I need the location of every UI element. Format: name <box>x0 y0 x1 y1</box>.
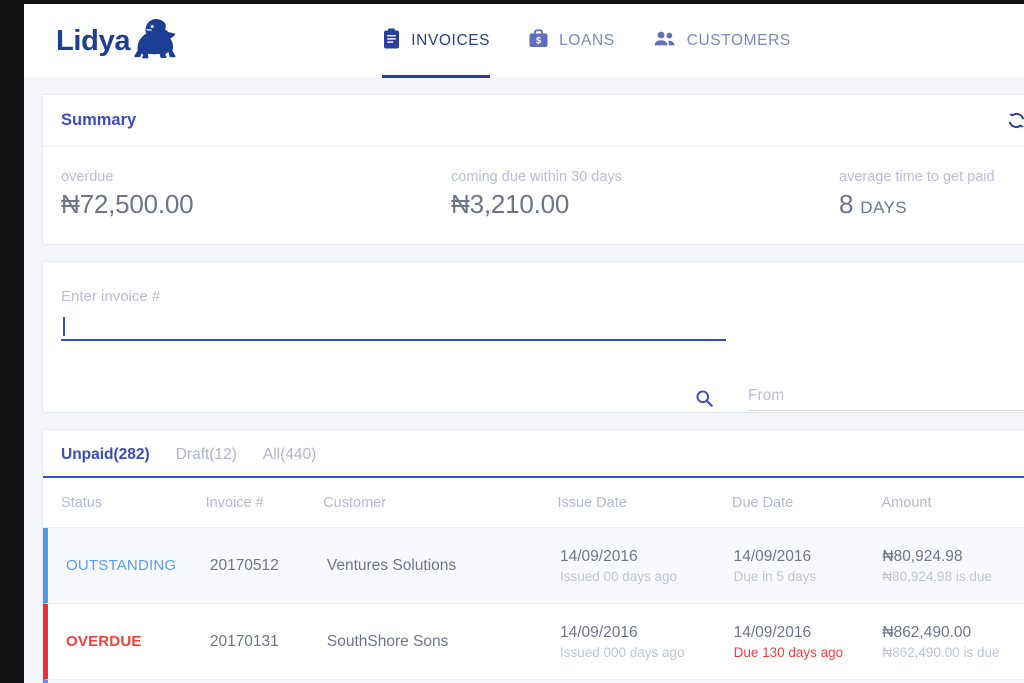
people-icon <box>653 30 677 53</box>
nav-item-customers[interactable]: CUSTOMERS <box>653 4 791 78</box>
stat-unit-average-time: DAYS <box>860 198 907 217</box>
status-badge: OUTSTANDING <box>66 557 177 574</box>
summary-card: Summary overdue ₦72,500.00 coming due wi… <box>42 94 1024 245</box>
search-icon[interactable] <box>695 389 714 408</box>
from-date-input[interactable]: From <box>748 382 1024 411</box>
nav-label-customers: CUSTOMERS <box>686 32 791 49</box>
due-date-value: 14/09/2016 <box>733 547 812 565</box>
column-header-amount: Amount <box>881 494 932 511</box>
text-caret <box>63 317 65 336</box>
clipboard-icon <box>382 28 401 54</box>
from-date-placeholder: From <box>748 387 785 404</box>
brand-logo[interactable]: Lidya <box>56 16 182 67</box>
cell-due-date: 14/09/2016 Due in 5 days <box>734 548 883 584</box>
invoice-tabs: Unpaid(282) Draft(12) All(440) <box>43 430 1024 478</box>
stat-value-coming-due: ₦3,210.00 <box>451 189 570 219</box>
summary-header: Summary <box>43 95 1024 147</box>
tab-draft[interactable]: Draft(12) <box>176 446 237 464</box>
cell-customer-name: Ventures Solutions <box>326 556 457 574</box>
summary-title: Summary <box>61 111 137 129</box>
refresh-sync-icon[interactable] <box>1006 110 1024 131</box>
issue-date-value: 14/09/2016 <box>559 547 638 565</box>
table-header-row: Status Invoice # Customer Issue Date Due… <box>43 478 1024 528</box>
nav-label-invoices: INVOICES <box>411 32 491 49</box>
app-viewport: Lidya INVOICES $ LOANS CUSTOMERS Summary… <box>24 4 1024 683</box>
stat-label-coming-due: coming due within 30 days <box>451 169 622 185</box>
amount-due-note: ₦80,924.98 is due <box>882 568 992 584</box>
status-badge: OVERDUE <box>66 633 142 650</box>
tab-unpaid[interactable]: Unpaid(282) <box>61 446 150 464</box>
column-header-invoice: Invoice # <box>205 494 264 511</box>
due-date-value: 14/09/2016 <box>733 623 812 641</box>
column-header-customer: Customer <box>323 494 387 511</box>
tab-all[interactable]: All(440) <box>263 446 316 464</box>
cell-issue-date: 14/09/2016 Issued 000 days ago <box>560 624 734 660</box>
invoice-search-input[interactable] <box>61 314 726 341</box>
cell-amount: ₦862,490.00 ₦862,490.00 is due <box>882 624 1024 660</box>
cell-due-date: 14/09/2016 Due 130 days ago <box>734 624 883 660</box>
briefcase-dollar-icon: $ <box>528 29 549 54</box>
amount-due-note: ₦862,490.00 is due <box>882 644 1000 660</box>
stat-coming-due: coming due within 30 days ₦3,210.00 <box>433 169 821 220</box>
main-nav: INVOICES $ LOANS CUSTOMERS <box>382 4 791 78</box>
stat-number-average-time: 8 <box>839 189 854 219</box>
search-card: Enter invoice # From <box>42 261 1024 413</box>
stat-overdue: overdue ₦72,500.00 <box>43 169 433 220</box>
nav-item-invoices[interactable]: INVOICES <box>382 4 491 78</box>
svg-text:$: $ <box>536 35 541 45</box>
due-date-relative: Due in 5 days <box>733 568 817 584</box>
issue-date-value: 14/09/2016 <box>559 623 638 641</box>
table-row[interactable]: OUTSTANDING 20170512 Ventures Solutions … <box>43 528 1024 604</box>
column-header-status: Status <box>61 494 103 511</box>
column-header-issue-date: Issue Date <box>557 494 627 511</box>
invoice-list-card: Unpaid(282) Draft(12) All(440) Status In… <box>42 429 1024 683</box>
stat-label-average-time: average time to get paid <box>839 169 995 185</box>
invoice-search-field: Enter invoice # <box>61 288 726 412</box>
due-date-relative: Due 130 days ago <box>733 644 844 660</box>
cell-invoice-number: 20170131 <box>209 632 279 650</box>
issue-date-relative: Issued 000 days ago <box>559 644 685 660</box>
column-header-due-date: Due Date <box>731 494 794 511</box>
cell-invoice-number: 20170512 <box>209 556 279 574</box>
amount-value: ₦80,924.98 <box>882 547 963 565</box>
cell-issue-date: 14/09/2016 Issued 00 days ago <box>560 548 734 584</box>
summary-stats: overdue ₦72,500.00 coming due within 30 … <box>43 147 1024 244</box>
stat-value-average-time: 8 DAYS <box>839 189 995 220</box>
cell-amount: ₦80,924.98 ₦80,924.98 is due <box>882 548 1024 584</box>
stat-value-overdue: ₦72,500.00 <box>61 189 194 219</box>
table-row[interactable]: OVERDUE 20170131 SouthShore Sons 14/09/2… <box>43 604 1024 680</box>
issue-date-relative: Issued 00 days ago <box>559 568 678 584</box>
nav-label-loans: LOANS <box>559 32 615 49</box>
stat-average-time: average time to get paid 8 DAYS <box>821 169 995 220</box>
stat-label-overdue: overdue <box>61 169 114 185</box>
brand-name: Lidya <box>56 24 131 57</box>
invoice-search-label: Enter invoice # <box>61 288 161 305</box>
nav-item-loans[interactable]: $ LOANS <box>528 4 615 78</box>
amount-value: ₦862,490.00 <box>882 623 972 641</box>
app-header: Lidya INVOICES $ LOANS CUSTOMERS <box>24 4 1024 78</box>
lion-logo-icon <box>126 16 182 67</box>
cell-customer-name: SouthShore Sons <box>326 632 449 650</box>
from-date-field: From <box>748 382 1024 412</box>
